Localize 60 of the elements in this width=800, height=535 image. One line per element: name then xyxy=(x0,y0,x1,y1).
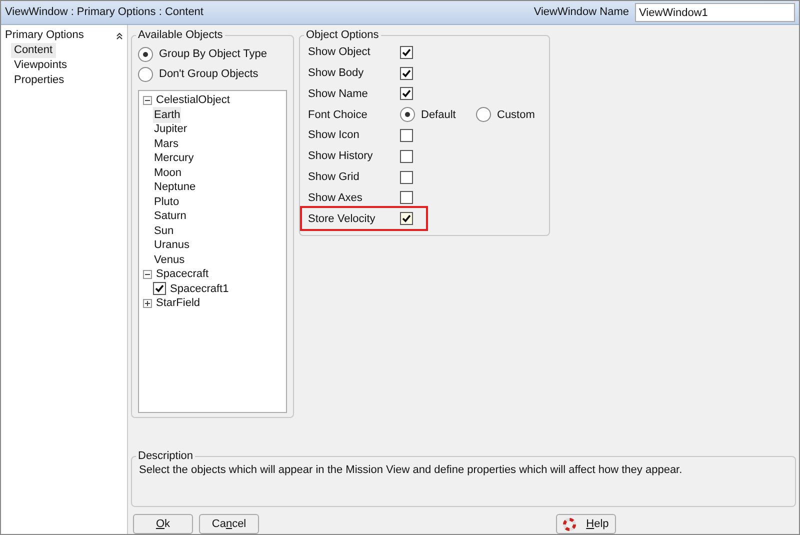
option-label: Show History xyxy=(308,149,374,164)
tree-item[interactable]: Moon xyxy=(153,164,183,181)
radio-label: Group By Object Type xyxy=(159,46,268,62)
checkbox[interactable] xyxy=(400,87,413,100)
tree-item[interactable]: Mercury xyxy=(153,150,195,166)
option-label: Show Grid xyxy=(308,170,360,185)
checkbox[interactable] xyxy=(400,212,413,226)
option-label: Show Body xyxy=(308,66,365,81)
tree-item[interactable]: CelestialObject xyxy=(156,92,230,108)
radio-button[interactable] xyxy=(400,107,415,122)
group-title: Description xyxy=(136,449,196,464)
radio-label: Custom xyxy=(497,108,535,123)
dialog-button[interactable]: Cancel xyxy=(199,514,259,534)
option-label: Show Name xyxy=(308,86,369,102)
option-label: Store Velocity xyxy=(308,212,376,227)
radio-label: Default xyxy=(421,108,456,123)
field-label: ViewWindow Name xyxy=(534,5,629,20)
tree-item[interactable]: Sun xyxy=(153,222,175,239)
radio-button[interactable] xyxy=(138,66,153,82)
collapse-icon[interactable] xyxy=(116,32,123,40)
collapse-icon[interactable] xyxy=(143,96,152,105)
radio-button[interactable] xyxy=(476,107,491,122)
window-title: ViewWindow : Primary Options : Content xyxy=(5,5,204,20)
tree-item[interactable]: Mars xyxy=(153,136,180,152)
checkbox[interactable] xyxy=(400,170,413,184)
tree-item[interactable]: Saturn xyxy=(153,208,188,224)
group-title: Available Objects xyxy=(136,28,225,42)
checkbox[interactable] xyxy=(400,66,413,80)
name-field[interactable]: ViewWindow1 xyxy=(635,3,795,22)
tree-item[interactable]: Venus xyxy=(153,252,186,268)
tree-item[interactable]: Uranus xyxy=(153,237,190,254)
dialog-button[interactable]: Ok xyxy=(133,514,193,534)
expand-icon[interactable] xyxy=(143,298,152,308)
radio-button[interactable] xyxy=(138,46,153,62)
sidebar-item[interactable]: Content xyxy=(11,43,56,58)
group-title: Object Options xyxy=(304,28,381,42)
sidebar-item[interactable]: Viewpoints xyxy=(11,58,70,73)
sidebar-item[interactable]: Properties xyxy=(11,73,68,88)
radio-label: Don't Group Objects xyxy=(159,66,258,82)
description-text: Select the objects which will appear in the Mission View and define properties which will affect how they appear. xyxy=(139,463,684,478)
checkbox[interactable] xyxy=(400,150,413,163)
checkbox[interactable] xyxy=(153,282,166,296)
option-label: Show Icon xyxy=(308,128,360,144)
tree-item[interactable]: Earth xyxy=(153,106,182,123)
checkbox[interactable] xyxy=(400,46,413,59)
checkbox[interactable] xyxy=(400,129,413,142)
tree-item[interactable]: Neptune xyxy=(153,179,197,196)
tree-item[interactable]: Jupiter xyxy=(153,121,188,138)
option-label: Show Axes xyxy=(308,190,364,206)
tree-item[interactable]: Pluto xyxy=(153,194,180,210)
help-button[interactable]: Help xyxy=(556,514,616,534)
tree-item[interactable]: Spacecraft xyxy=(156,266,209,282)
option-label: Font Choice xyxy=(308,108,368,123)
tree-item[interactable]: Spacecraft1 xyxy=(169,280,230,297)
tree-item[interactable]: StarField xyxy=(156,295,200,312)
sidebar-title[interactable]: Primary Options xyxy=(5,27,84,44)
collapse-icon[interactable] xyxy=(143,270,152,279)
option-label: Show Object xyxy=(308,45,372,60)
lifebuoy-icon xyxy=(563,518,576,530)
checkbox[interactable] xyxy=(400,191,413,204)
